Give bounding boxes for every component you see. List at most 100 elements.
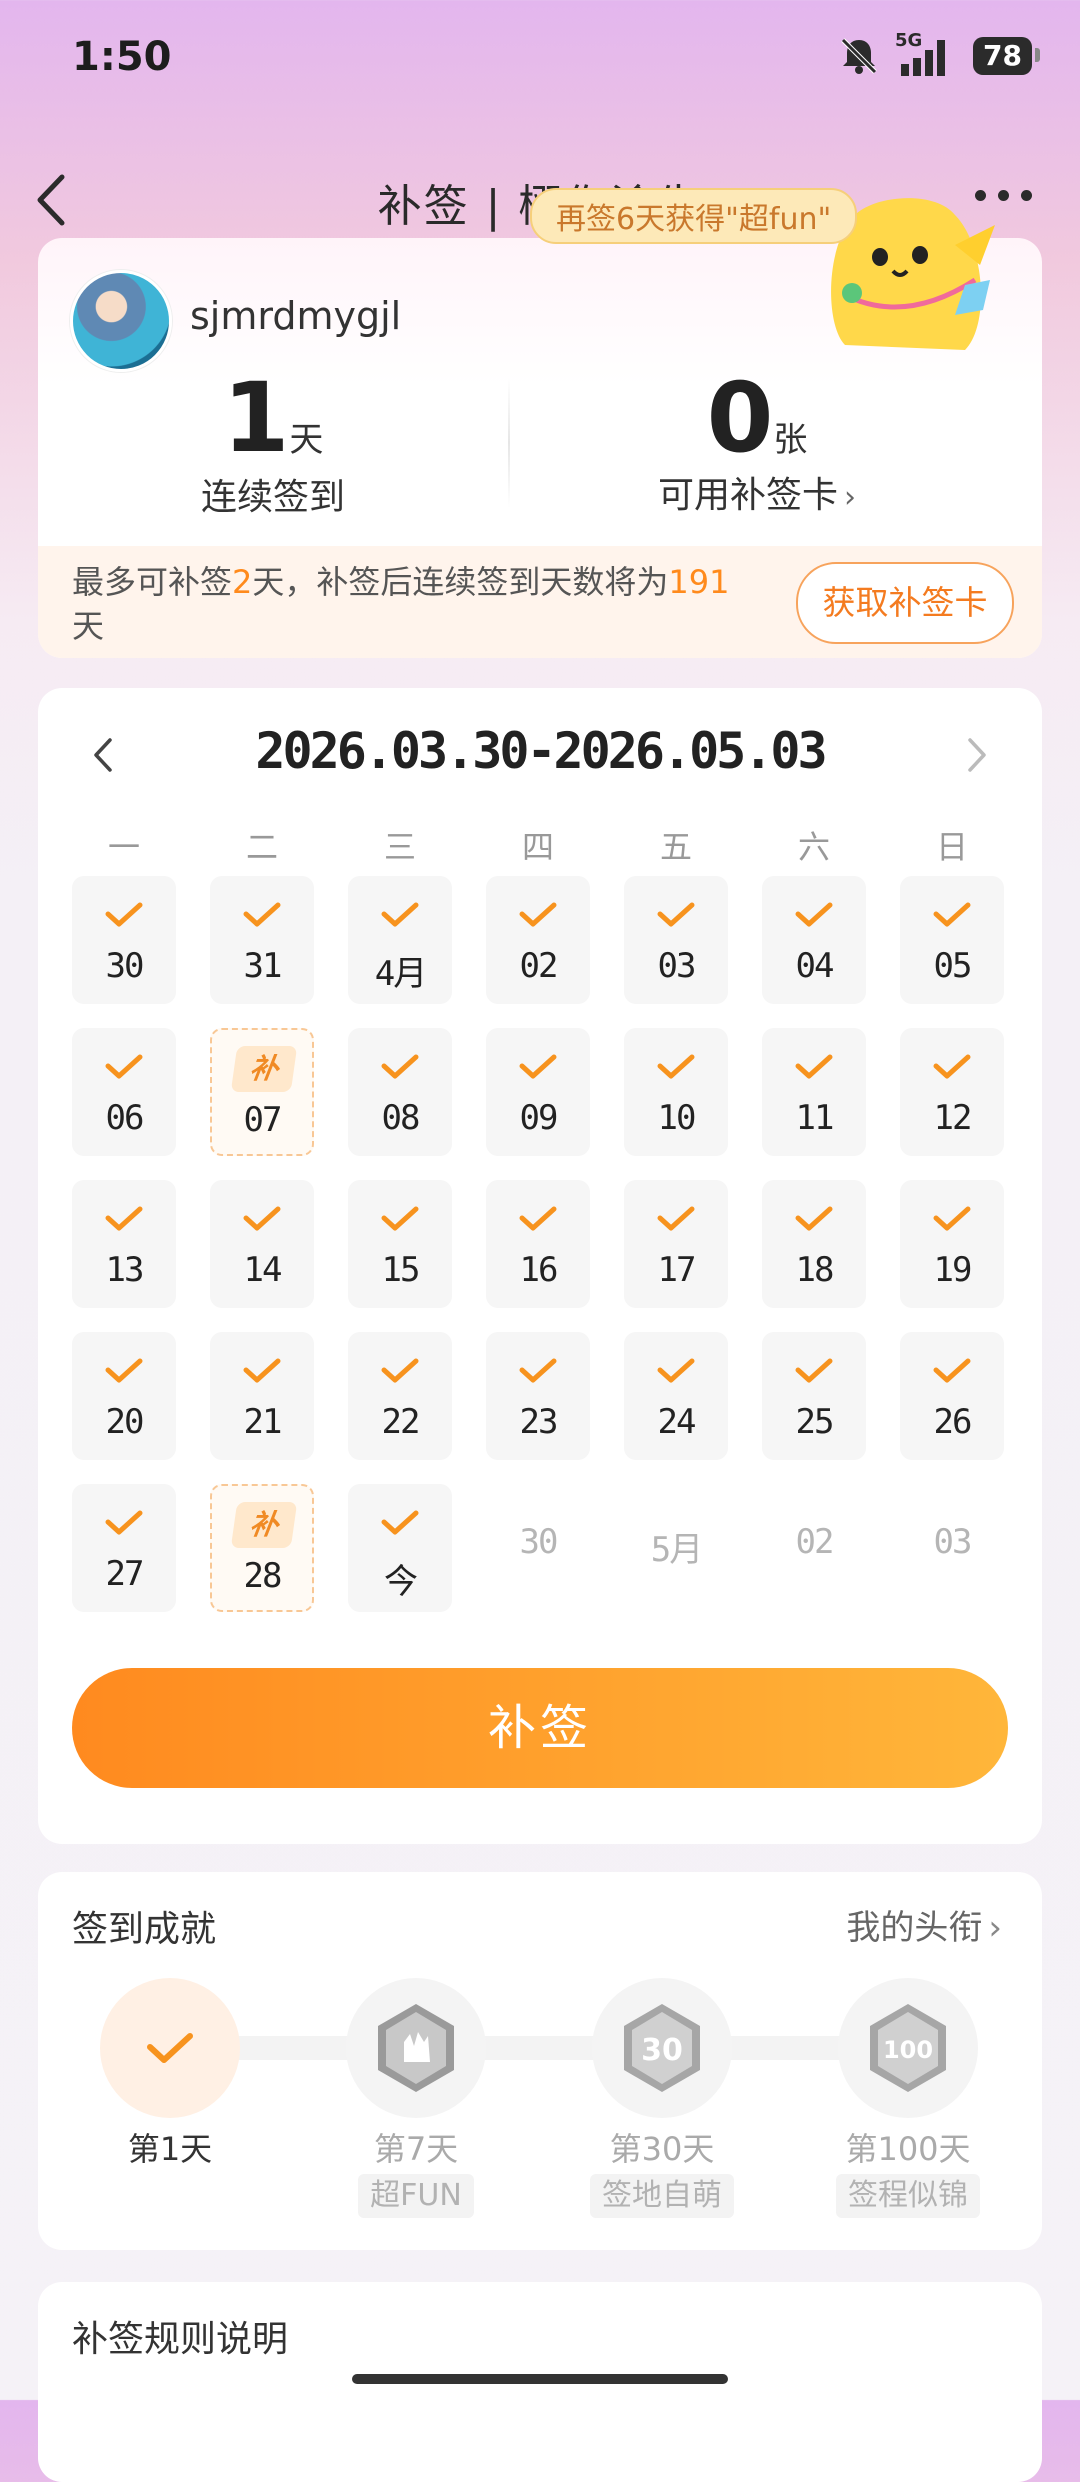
notice-part3: 天 — [72, 607, 105, 645]
check-icon — [932, 1204, 972, 1234]
status-icons: 5G 78 — [837, 30, 1040, 82]
day-number: 13 — [105, 1250, 145, 1290]
day-number: 03 — [657, 946, 697, 986]
day-number: 23 — [519, 1402, 559, 1442]
day-number: 14 — [243, 1250, 283, 1290]
check-icon — [380, 1052, 420, 1082]
status-time: 1:50 — [72, 34, 172, 80]
avatar[interactable] — [70, 270, 172, 372]
day-number: 05 — [933, 946, 973, 986]
mute-bell-icon — [841, 38, 877, 74]
battery-indicator: 78 — [973, 37, 1040, 75]
day-number: 17 — [657, 1250, 697, 1290]
weekday-label: 三 — [383, 828, 416, 866]
check-icon — [656, 1052, 696, 1082]
day-number: 4月 — [374, 954, 427, 994]
check-icon — [104, 1204, 144, 1234]
achievement-circle[interactable] — [346, 1978, 486, 2118]
achievement-day-label: 第1天 — [127, 2130, 213, 2168]
day-number: 09 — [519, 1098, 559, 1138]
calendar-day[interactable]: 补 28 — [210, 1484, 314, 1612]
makeup-sign-button[interactable]: 补签 — [72, 1668, 1008, 1788]
day-number: 26 — [933, 1402, 973, 1442]
day-number: 19 — [933, 1250, 973, 1290]
day-number: 11 — [795, 1098, 835, 1138]
achievement-badge-wrap: 签地自萌 — [562, 2174, 762, 2218]
weekday-label: 一 — [107, 828, 140, 866]
calendar-day: 17 — [624, 1180, 728, 1308]
stat-divider — [508, 378, 510, 508]
svg-text:100: 100 — [883, 2036, 933, 2064]
weekday-label: 六 — [797, 828, 830, 866]
check-icon — [656, 1356, 696, 1386]
next-month-icon[interactable] — [962, 730, 992, 780]
weekday-label: 二 — [245, 828, 278, 866]
achievement-circle[interactable]: 100 — [838, 1978, 978, 2118]
notice-part1: 最多可补签 — [72, 563, 233, 601]
achievement-title: 签到成就 — [72, 1909, 217, 1950]
day-number: 5月 — [650, 1530, 703, 1570]
streak-value: 1 — [222, 362, 290, 474]
makeup-tag: 补 — [230, 1502, 298, 1548]
day-number: 12 — [933, 1098, 973, 1138]
check-icon — [794, 900, 834, 930]
signal-icon: 5G — [895, 30, 959, 78]
calendar-day[interactable]: 补 07 — [210, 1028, 314, 1156]
get-makeup-card-button[interactable]: 获取补签卡 — [796, 562, 1014, 644]
calendar-day: 18 — [762, 1180, 866, 1308]
day-number: 02 — [795, 1522, 835, 1562]
calendar-day: 23 — [486, 1332, 590, 1460]
calendar-day: 19 — [900, 1180, 1004, 1308]
check-icon — [932, 1356, 972, 1386]
streak-label: 连续签到 — [200, 477, 345, 518]
check-icon — [104, 1508, 144, 1538]
makeup-cards-stat[interactable]: 0张 可用补签卡 › — [512, 370, 1002, 518]
calendar-day: 06 — [72, 1028, 176, 1156]
calendar-day: 10 — [624, 1028, 728, 1156]
check-icon — [518, 1356, 558, 1386]
home-indicator[interactable] — [352, 2374, 728, 2384]
check-icon — [932, 1052, 972, 1082]
svg-text:30: 30 — [641, 2033, 683, 2068]
achievement-circle[interactable]: 30 — [592, 1978, 732, 2118]
makeup-notice: 最多可补签2天，补签后连续签到天数将为191 天 — [72, 560, 772, 648]
achievement-circle[interactable] — [100, 1978, 240, 2118]
day-number: 25 — [795, 1402, 835, 1442]
achievement-badge-name: 签地自萌 — [590, 2174, 734, 2218]
rules-title[interactable]: 补签规则说明 — [72, 2310, 288, 2362]
achievement-badge-wrap: 超FUN — [316, 2174, 516, 2218]
reward-hint-bubble: 再签6天获得"超fun" — [530, 188, 858, 244]
chevron-right-icon: › — [988, 1908, 1002, 1948]
chevron-right-icon: › — [844, 480, 856, 515]
check-icon — [518, 1204, 558, 1234]
check-icon — [518, 1052, 558, 1082]
check-icon — [104, 900, 144, 930]
check-icon — [794, 1356, 834, 1386]
day-number: 30 — [105, 946, 145, 986]
check-icon — [380, 1204, 420, 1234]
calendar-day: 12 — [900, 1028, 1004, 1156]
calendar-day: 04 — [762, 876, 866, 1004]
check-icon — [656, 900, 696, 930]
calendar-day: 今 — [348, 1484, 452, 1612]
streak-stat: 1天 连续签到 — [38, 370, 508, 520]
day-number: 21 — [243, 1402, 283, 1442]
cards-unit: 张 — [773, 420, 808, 460]
calendar-day: 15 — [348, 1180, 452, 1308]
achievement-badge-name: 超FUN — [358, 2174, 474, 2218]
calendar-day: 02 — [486, 876, 590, 1004]
calendar-day: 03 — [900, 1484, 1004, 1612]
day-number: 15 — [381, 1250, 421, 1290]
calendar-day: 05 — [900, 876, 1004, 1004]
calendar-day: 4月 — [348, 876, 452, 1004]
check-icon — [656, 1204, 696, 1234]
day-number: 今 — [384, 1562, 418, 1602]
day-number: 03 — [933, 1522, 973, 1562]
my-titles-link[interactable]: 我的头衔 › — [846, 1900, 1002, 1949]
check-icon — [932, 900, 972, 930]
check-icon — [242, 900, 282, 930]
achievement-progress-track — [170, 2036, 910, 2060]
achievement-badge-wrap: 签程似锦 — [808, 2174, 1008, 2218]
check-icon — [380, 1508, 420, 1538]
calendar-day: 30 — [72, 876, 176, 1004]
